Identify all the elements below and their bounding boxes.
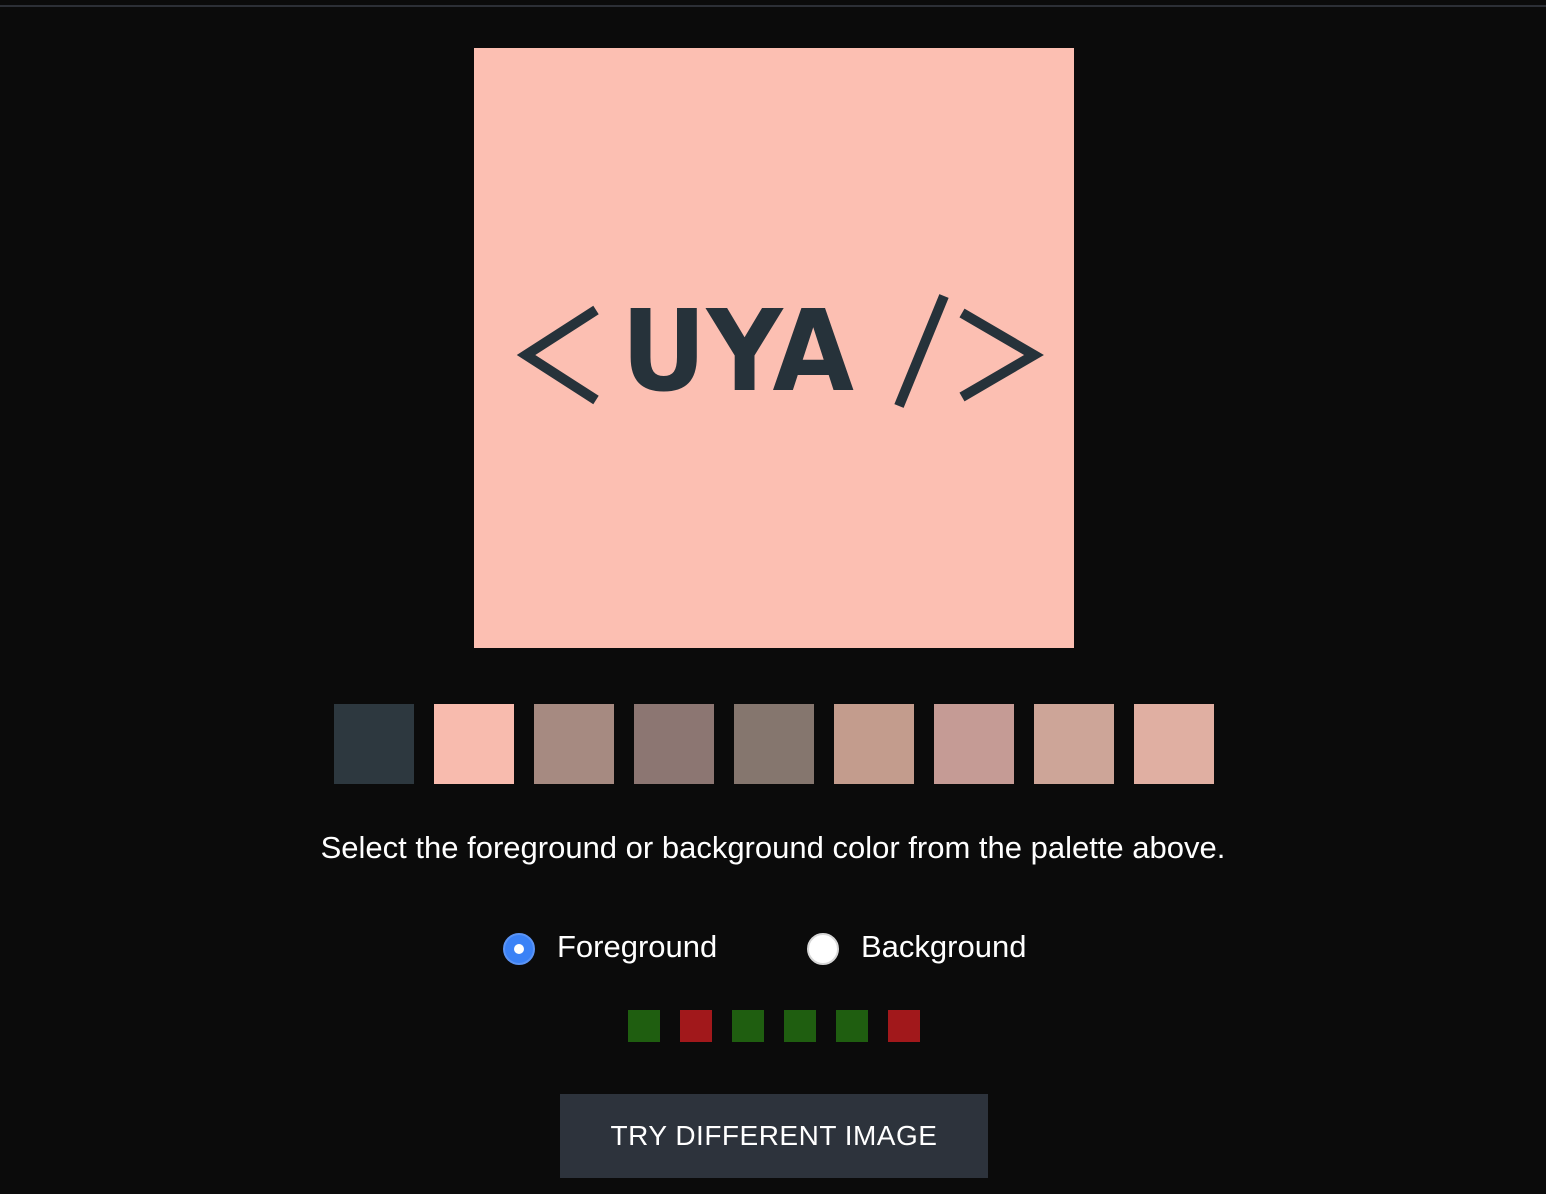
logo-greater-than-mark [959,308,1044,402]
palette-swatch[interactable] [834,704,914,784]
palette-swatch[interactable] [534,704,614,784]
result-incorrect-indicator [680,1010,712,1042]
try-different-image-button[interactable]: TRY DIFFERENT IMAGE [560,1094,988,1178]
top-divider [0,0,1546,7]
color-mode-radio-group: Foreground Background [0,923,1546,971]
palette-swatch[interactable] [434,704,514,784]
foreground-label[interactable]: Foreground [557,925,717,969]
result-correct-indicator [784,1010,816,1042]
logo-slash-mark [894,294,949,408]
result-indicators [628,1010,920,1042]
logo-text: UYA [621,287,854,417]
result-incorrect-indicator [888,1010,920,1042]
result-correct-indicator [628,1010,660,1042]
instruction-text: Select the foreground or background colo… [320,830,1226,865]
background-option[interactable]: Background [807,923,1026,971]
palette-swatch[interactable] [1134,704,1214,784]
palette-swatch[interactable] [1034,704,1114,784]
foreground-radio[interactable] [503,933,535,965]
logo-less-than-mark [516,305,599,405]
background-label[interactable]: Background [861,925,1026,969]
result-correct-indicator [732,1010,764,1042]
palette-swatch[interactable] [334,704,414,784]
logo-image: UYA [474,48,1074,648]
foreground-option[interactable]: Foreground [503,923,717,971]
palette-swatch[interactable] [634,704,714,784]
palette-swatch[interactable] [734,704,814,784]
color-palette [334,704,1214,784]
result-correct-indicator [836,1010,868,1042]
background-radio[interactable] [807,933,839,965]
palette-swatch[interactable] [934,704,1014,784]
logo-graphic: UYA [516,287,1044,417]
